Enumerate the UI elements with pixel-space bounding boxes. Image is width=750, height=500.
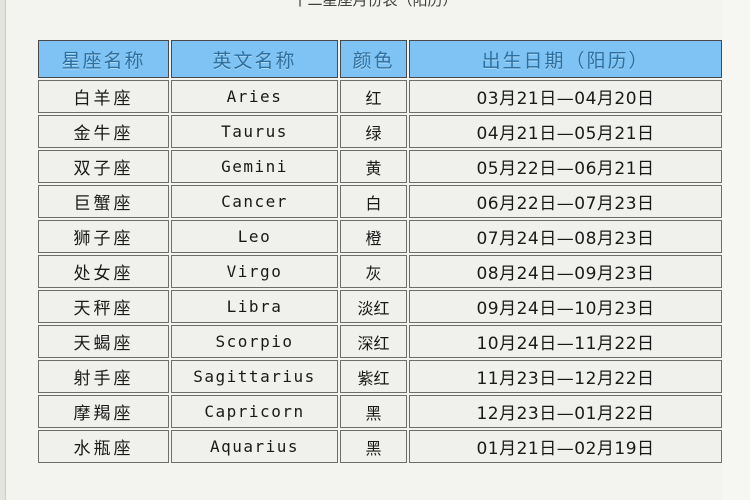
cell-zodiac-name: 水瓶座 bbox=[38, 430, 169, 463]
caption-strip: 十二星座月份表（阳历） bbox=[0, 0, 750, 9]
zodiac-table: 星座名称 英文名称 颜色 出生日期（阳历） 白羊座 Aries 红 03月21日—04… bbox=[36, 38, 724, 465]
cell-english-name: Gemini bbox=[171, 150, 338, 183]
cell-birth-date: 12月23日—01月22日 bbox=[409, 395, 722, 428]
column-header-zodiac-name: 星座名称 bbox=[38, 40, 169, 78]
cell-english-name: Scorpio bbox=[171, 325, 338, 358]
cell-birth-date: 09月24日—10月23日 bbox=[409, 290, 722, 323]
cell-english-name: Virgo bbox=[171, 255, 338, 288]
table-row: 狮子座 Leo 橙 07月24日—08月23日 bbox=[38, 220, 722, 253]
cell-english-name: Libra bbox=[171, 290, 338, 323]
table-row: 天蝎座 Scorpio 深红 10月24日—11月22日 bbox=[38, 325, 722, 358]
zodiac-table-container: 星座名称 英文名称 颜色 出生日期（阳历） 白羊座 Aries 红 03月21日—04… bbox=[36, 38, 722, 465]
cell-zodiac-name: 摩羯座 bbox=[38, 395, 169, 428]
cell-color-value: 橙 bbox=[340, 220, 407, 253]
column-header-birth-date: 出生日期（阳历） bbox=[409, 40, 722, 78]
table-body: 白羊座 Aries 红 03月21日—04月20日 金牛座 Taurus 绿 04月21日—0… bbox=[38, 80, 722, 463]
cell-english-name: Aries bbox=[171, 80, 338, 113]
document-page: 十二星座月份表（阳历） 星座名称 英文名称 颜色 出生日期（阳历） 白羊座 Ari… bbox=[0, 0, 750, 500]
cell-birth-date: 01月21日—02月19日 bbox=[409, 430, 722, 463]
table-row: 处女座 Virgo 灰 08月24日—09月23日 bbox=[38, 255, 722, 288]
document-caption: 十二星座月份表（阳历） bbox=[292, 0, 458, 9]
cell-birth-date: 03月21日—04月20日 bbox=[409, 80, 722, 113]
table-header-row: 星座名称 英文名称 颜色 出生日期（阳历） bbox=[38, 40, 722, 78]
cell-zodiac-name: 天蝎座 bbox=[38, 325, 169, 358]
cell-color-value: 淡红 bbox=[340, 290, 407, 323]
table-row: 白羊座 Aries 红 03月21日—04月20日 bbox=[38, 80, 722, 113]
cell-color-value: 红 bbox=[340, 80, 407, 113]
cell-birth-date: 06月22日—07月23日 bbox=[409, 185, 722, 218]
table-row: 天秤座 Libra 淡红 09月24日—10月23日 bbox=[38, 290, 722, 323]
table-row: 水瓶座 Aquarius 黑 01月21日—02月19日 bbox=[38, 430, 722, 463]
cell-color-value: 黑 bbox=[340, 430, 407, 463]
cell-birth-date: 04月21日—05月21日 bbox=[409, 115, 722, 148]
cell-birth-date: 11月23日—12月22日 bbox=[409, 360, 722, 393]
cell-color-value: 紫红 bbox=[340, 360, 407, 393]
cell-color-value: 黄 bbox=[340, 150, 407, 183]
cell-birth-date: 08月24日—09月23日 bbox=[409, 255, 722, 288]
table-row: 射手座 Sagittarius 紫红 11月23日—12月22日 bbox=[38, 360, 722, 393]
cell-english-name: Cancer bbox=[171, 185, 338, 218]
cell-zodiac-name: 射手座 bbox=[38, 360, 169, 393]
cell-color-value: 白 bbox=[340, 185, 407, 218]
cell-color-value: 深红 bbox=[340, 325, 407, 358]
cell-zodiac-name: 金牛座 bbox=[38, 115, 169, 148]
table-row: 巨蟹座 Cancer 白 06月22日—07月23日 bbox=[38, 185, 722, 218]
table-row: 双子座 Gemini 黄 05月22日—06月21日 bbox=[38, 150, 722, 183]
cell-color-value: 黑 bbox=[340, 395, 407, 428]
column-header-english-name: 英文名称 bbox=[171, 40, 338, 78]
cell-zodiac-name: 白羊座 bbox=[38, 80, 169, 113]
cell-english-name: Taurus bbox=[171, 115, 338, 148]
cell-zodiac-name: 处女座 bbox=[38, 255, 169, 288]
cell-color-value: 绿 bbox=[340, 115, 407, 148]
table-row: 摩羯座 Capricorn 黑 12月23日—01月22日 bbox=[38, 395, 722, 428]
cell-english-name: Leo bbox=[171, 220, 338, 253]
cell-birth-date: 10月24日—11月22日 bbox=[409, 325, 722, 358]
cell-birth-date: 07月24日—08月23日 bbox=[409, 220, 722, 253]
cell-zodiac-name: 狮子座 bbox=[38, 220, 169, 253]
column-header-color: 颜色 bbox=[340, 40, 407, 78]
cell-zodiac-name: 天秤座 bbox=[38, 290, 169, 323]
cell-birth-date: 05月22日—06月21日 bbox=[409, 150, 722, 183]
cell-english-name: Capricorn bbox=[171, 395, 338, 428]
table-header: 星座名称 英文名称 颜色 出生日期（阳历） bbox=[38, 40, 722, 78]
cell-zodiac-name: 双子座 bbox=[38, 150, 169, 183]
cell-color-value: 灰 bbox=[340, 255, 407, 288]
cell-zodiac-name: 巨蟹座 bbox=[38, 185, 169, 218]
cell-english-name: Sagittarius bbox=[171, 360, 338, 393]
table-row: 金牛座 Taurus 绿 04月21日—05月21日 bbox=[38, 115, 722, 148]
cell-english-name: Aquarius bbox=[171, 430, 338, 463]
